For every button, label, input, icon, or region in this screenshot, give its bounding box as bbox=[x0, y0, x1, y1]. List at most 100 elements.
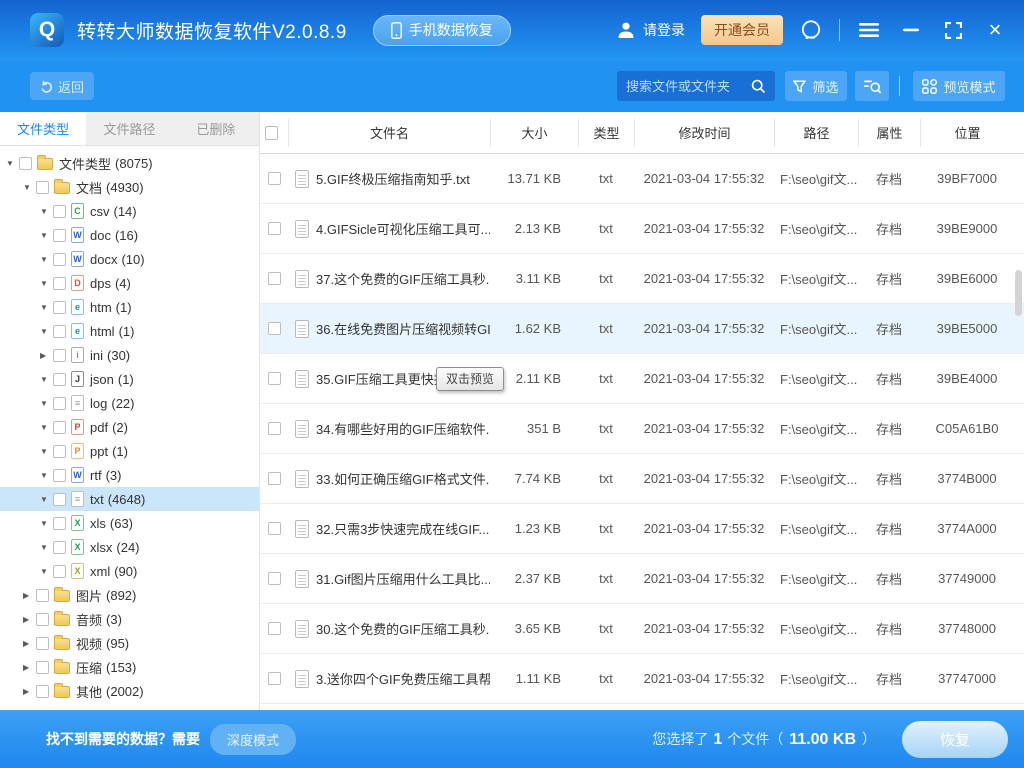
chevron-down-icon[interactable]: ▼ bbox=[40, 255, 53, 264]
table-row[interactable]: 37.这个免费的GIF压缩工具秒... 3.11 KB txt 2021-03-… bbox=[260, 254, 1024, 304]
chevron-down-icon[interactable]: ▼ bbox=[6, 159, 19, 168]
tree-item-htm[interactable]: ▼ htm (1) bbox=[0, 295, 259, 319]
tab-file-path[interactable]: 文件路径 bbox=[86, 112, 172, 145]
tree-item-ppt[interactable]: ▼ ppt (1) bbox=[0, 439, 259, 463]
tree-item-dps[interactable]: ▼ dps (4) bbox=[0, 271, 259, 295]
checkbox[interactable] bbox=[268, 522, 281, 535]
tab-file-type[interactable]: 文件类型 bbox=[0, 112, 86, 145]
chevron-down-icon[interactable]: ▼ bbox=[40, 471, 53, 480]
table-row[interactable]: 34.有哪些好用的GIF压缩软件... 351 B txt 2021-03-04… bbox=[260, 404, 1024, 454]
tree-item-audio[interactable]: ▶ 音频 (3) bbox=[0, 607, 259, 631]
checkbox[interactable] bbox=[268, 622, 281, 635]
tree-item-other[interactable]: ▶ 其他 (2002) bbox=[0, 679, 259, 703]
checkbox[interactable] bbox=[36, 637, 49, 650]
checkbox[interactable] bbox=[36, 589, 49, 602]
chevron-down-icon[interactable]: ▼ bbox=[40, 543, 53, 552]
table-row[interactable]: 5.GIF终极压缩指南知乎.txt 13.71 KB txt 2021-03-0… bbox=[260, 154, 1024, 204]
phone-data-recovery-button[interactable]: 手机数据恢复 bbox=[373, 15, 511, 46]
chevron-down-icon[interactable]: ▼ bbox=[40, 495, 53, 504]
table-row[interactable]: 32.只需3步快速完成在线GIF... 1.23 KB txt 2021-03-… bbox=[260, 504, 1024, 554]
search-icon[interactable] bbox=[751, 79, 766, 94]
tree-item-ini[interactable]: ▶ ini (30) bbox=[0, 343, 259, 367]
checkbox[interactable] bbox=[268, 672, 281, 685]
chevron-down-icon[interactable]: ▼ bbox=[40, 567, 53, 576]
checkbox[interactable] bbox=[53, 253, 66, 266]
table-row[interactable]: 35.GIF压缩工具更快捷 双击预览 2.11 KB txt 2021-03-0… bbox=[260, 354, 1024, 404]
table-row[interactable]: 3.送你四个GIF免费压缩工具帮... 1.11 KB txt 2021-03-… bbox=[260, 654, 1024, 704]
tree-item-docx[interactable]: ▼ docx (10) bbox=[0, 247, 259, 271]
checkbox[interactable] bbox=[53, 541, 66, 554]
chevron-right-icon[interactable]: ▶ bbox=[23, 615, 36, 624]
checkbox[interactable] bbox=[268, 272, 281, 285]
checkbox[interactable] bbox=[53, 397, 66, 410]
tree-item-pdf[interactable]: ▼ pdf (2) bbox=[0, 415, 259, 439]
back-button[interactable]: 返回 bbox=[30, 72, 94, 100]
checkbox[interactable] bbox=[268, 372, 281, 385]
chevron-down-icon[interactable]: ▼ bbox=[40, 447, 53, 456]
chevron-right-icon[interactable]: ▶ bbox=[23, 591, 36, 600]
checkbox[interactable] bbox=[53, 493, 66, 506]
table-row[interactable]: 4.GIFSicle可视化压缩工具可... 2.13 KB txt 2021-0… bbox=[260, 204, 1024, 254]
checkbox[interactable] bbox=[53, 469, 66, 482]
checkbox[interactable] bbox=[268, 172, 281, 185]
checkbox[interactable] bbox=[53, 229, 66, 242]
chevron-down-icon[interactable]: ▼ bbox=[40, 519, 53, 528]
checkbox[interactable] bbox=[268, 222, 281, 235]
tree-item-xlsx[interactable]: ▼ xlsx (24) bbox=[0, 535, 259, 559]
chevron-right-icon[interactable]: ▶ bbox=[40, 351, 53, 360]
checkbox[interactable] bbox=[36, 181, 49, 194]
checkbox[interactable] bbox=[53, 205, 66, 218]
tree-item-video[interactable]: ▶ 视频 (95) bbox=[0, 631, 259, 655]
preview-mode-button[interactable]: 预览模式 bbox=[913, 71, 1005, 101]
chevron-right-icon[interactable]: ▶ bbox=[23, 687, 36, 696]
chevron-down-icon[interactable]: ▼ bbox=[40, 327, 53, 336]
tree-item-csv[interactable]: ▼ csv (14) bbox=[0, 199, 259, 223]
column-header-filename[interactable]: 文件名 bbox=[288, 119, 490, 147]
chevron-down-icon[interactable]: ▼ bbox=[40, 423, 53, 432]
checkbox[interactable] bbox=[53, 445, 66, 458]
checkbox[interactable] bbox=[53, 517, 66, 530]
chevron-right-icon[interactable]: ▶ bbox=[23, 639, 36, 648]
minimize-button[interactable] bbox=[898, 17, 924, 43]
table-row[interactable]: 33.如何正确压缩GIF格式文件... 7.74 KB txt 2021-03-… bbox=[260, 454, 1024, 504]
chevron-down-icon[interactable]: ▼ bbox=[40, 231, 53, 240]
checkbox[interactable] bbox=[53, 325, 66, 338]
chevron-down-icon[interactable]: ▼ bbox=[40, 399, 53, 408]
checkbox[interactable] bbox=[53, 565, 66, 578]
deep-mode-button[interactable]: 深度模式 bbox=[210, 724, 296, 755]
tree-item-archive[interactable]: ▶ 压缩 (153) bbox=[0, 655, 259, 679]
vertical-scrollbar-thumb[interactable] bbox=[1015, 270, 1022, 316]
tree-item-images[interactable]: ▶ 图片 (892) bbox=[0, 583, 259, 607]
menu-button[interactable] bbox=[856, 17, 882, 43]
checkbox[interactable] bbox=[53, 301, 66, 314]
tree-item-log[interactable]: ▼ log (22) bbox=[0, 391, 259, 415]
checkbox[interactable] bbox=[268, 472, 281, 485]
tree-item-json[interactable]: ▼ json (1) bbox=[0, 367, 259, 391]
checkbox[interactable] bbox=[53, 373, 66, 386]
checkbox[interactable] bbox=[19, 157, 32, 170]
vip-button[interactable]: 开通会员 bbox=[701, 15, 783, 45]
checkbox[interactable] bbox=[36, 613, 49, 626]
login-button[interactable]: 请登录 bbox=[616, 20, 685, 40]
filter-button[interactable]: 筛选 bbox=[785, 71, 847, 101]
tree-item-root[interactable]: ▼ 文件类型 (8075) bbox=[0, 151, 259, 175]
column-header-type[interactable]: 类型 bbox=[578, 119, 634, 147]
tree-item-documents[interactable]: ▼ 文档 (4930) bbox=[0, 175, 259, 199]
column-header-location[interactable]: 位置 bbox=[920, 119, 1014, 147]
maximize-button[interactable] bbox=[940, 17, 966, 43]
table-row-hovered[interactable]: 36.在线免费图片压缩视频转GI... 1.62 KB txt 2021-03-… bbox=[260, 304, 1024, 354]
deep-scan-button[interactable] bbox=[855, 71, 889, 101]
checkbox[interactable] bbox=[36, 661, 49, 674]
chevron-down-icon[interactable]: ▼ bbox=[23, 183, 36, 192]
table-row[interactable]: 31.Gif图片压缩用什么工具比... 2.37 KB txt 2021-03-… bbox=[260, 554, 1024, 604]
tree-item-doc[interactable]: ▼ doc (16) bbox=[0, 223, 259, 247]
checkbox[interactable] bbox=[36, 685, 49, 698]
tree-item-xls[interactable]: ▼ xls (63) bbox=[0, 511, 259, 535]
recover-button[interactable]: 恢复 bbox=[902, 721, 1008, 758]
close-button[interactable]: × bbox=[982, 17, 1008, 43]
checkbox[interactable] bbox=[268, 322, 281, 335]
tree-item-rtf[interactable]: ▼ rtf (3) bbox=[0, 463, 259, 487]
checkbox[interactable] bbox=[53, 277, 66, 290]
checkbox[interactable] bbox=[53, 421, 66, 434]
chevron-down-icon[interactable]: ▼ bbox=[40, 303, 53, 312]
